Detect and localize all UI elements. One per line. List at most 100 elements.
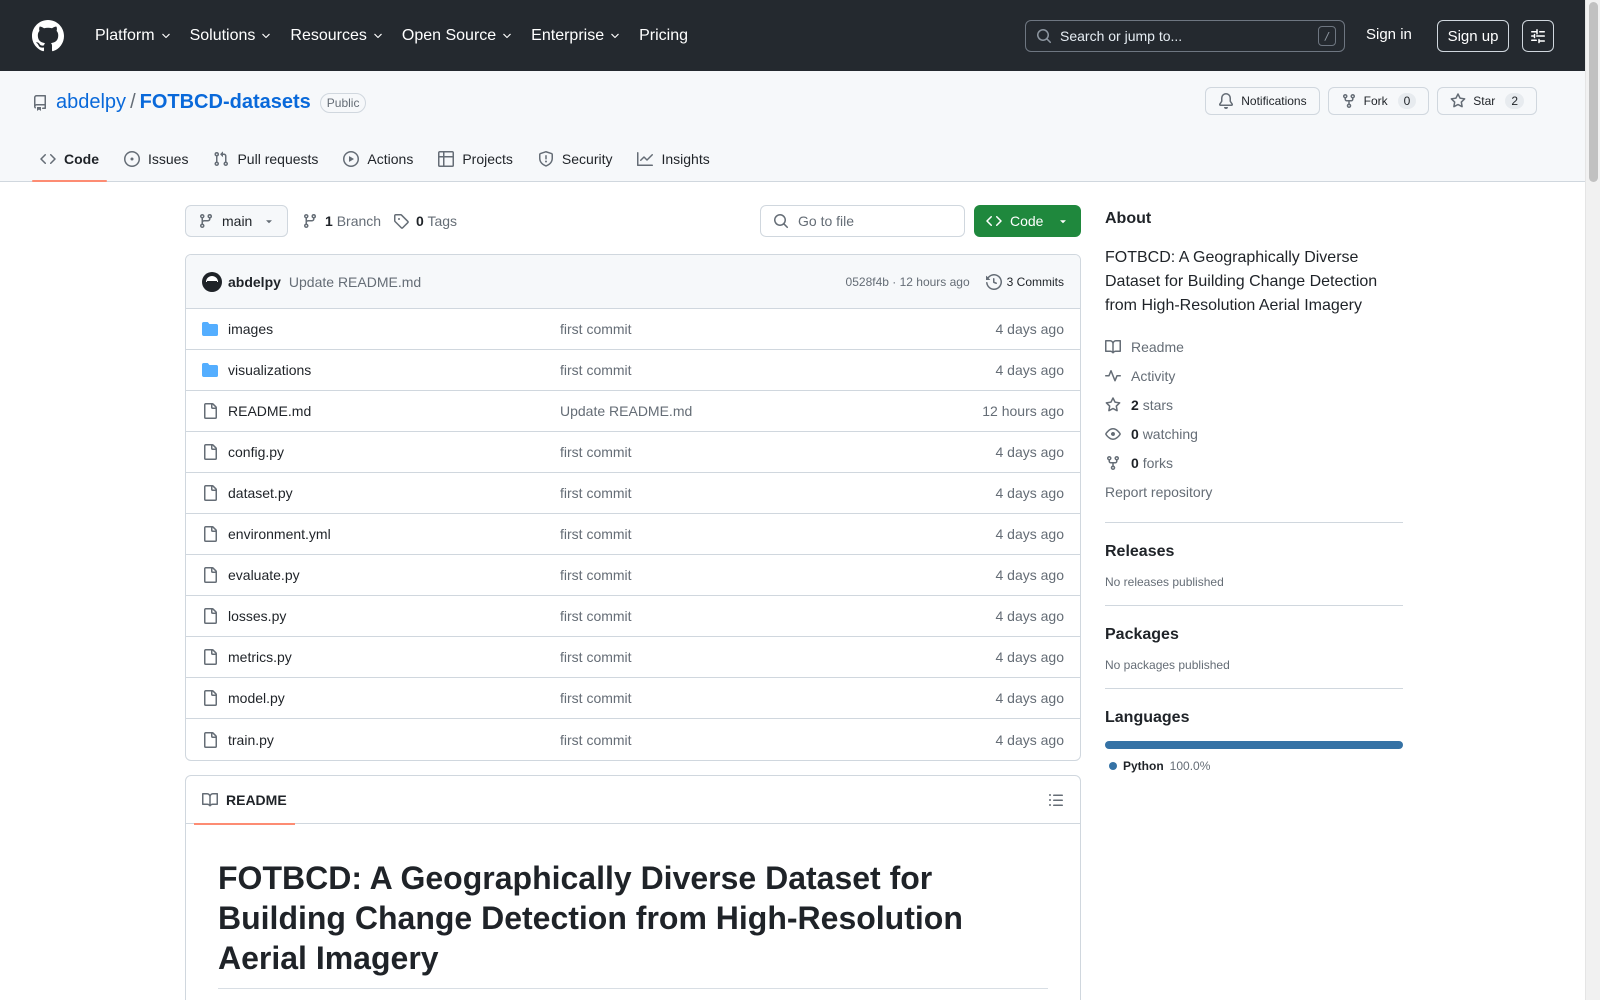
file-name-link[interactable]: evaluate.py	[228, 567, 560, 583]
table-row[interactable]: evaluate.py first commit 4 days ago	[186, 555, 1080, 596]
file-name-link[interactable]: config.py	[228, 444, 560, 460]
outline-button[interactable]	[1048, 792, 1064, 808]
file-name-link[interactable]: model.py	[228, 690, 560, 706]
chevron-down-icon	[260, 30, 272, 42]
file-name-link[interactable]: README.md	[228, 403, 560, 419]
file-commit-link[interactable]: first commit	[560, 321, 996, 337]
forks-link[interactable]: 0 forks	[1105, 448, 1403, 477]
commits-history-link[interactable]: 3 Commits	[985, 273, 1064, 290]
file-icon	[202, 649, 218, 665]
nav-item-label: Resources	[290, 26, 367, 44]
repo-owner-link[interactable]: abdelpy	[56, 91, 126, 114]
file-commit-link[interactable]: first commit	[560, 690, 996, 706]
list-unordered-icon	[1048, 792, 1064, 808]
file-commit-link[interactable]: first commit	[560, 485, 996, 501]
code-download-button[interactable]: Code	[974, 205, 1081, 237]
language-item[interactable]: Python 100.0%	[1105, 759, 1403, 773]
book-icon	[1105, 339, 1121, 355]
table-row[interactable]: config.py first commit 4 days ago	[186, 432, 1080, 473]
pulse-icon	[1105, 368, 1121, 384]
branch-selector[interactable]: main	[185, 205, 288, 237]
star-count: 2	[1505, 93, 1524, 109]
avatar[interactable]	[202, 271, 222, 292]
watchers-link[interactable]: 0 watching	[1105, 419, 1403, 448]
releases-heading[interactable]: Releases	[1105, 543, 1403, 561]
caret-down-icon	[263, 215, 275, 227]
file-name-link[interactable]: environment.yml	[228, 526, 560, 542]
about-heading: About	[1105, 210, 1152, 227]
packages-heading[interactable]: Packages	[1105, 626, 1403, 644]
repo-name-link[interactable]: FOTBCD-datasets	[140, 91, 311, 114]
table-row[interactable]: metrics.py first commit 4 days ago	[186, 637, 1080, 678]
table-row[interactable]: dataset.py first commit 4 days ago	[186, 473, 1080, 514]
nav-item-open-source[interactable]: Open Source	[393, 20, 522, 52]
fork-button[interactable]: Fork 0	[1327, 87, 1430, 115]
file-commit-link[interactable]: first commit	[560, 732, 996, 748]
file-commit-link[interactable]: first commit	[560, 567, 996, 583]
notifications-button[interactable]: Notifications	[1205, 87, 1320, 115]
activity-link[interactable]: Activity	[1105, 361, 1403, 390]
tags-link[interactable]: 0 Tags	[393, 213, 457, 229]
file-commit-link[interactable]: first commit	[560, 526, 996, 542]
commit-author-link[interactable]: abdelpy	[228, 274, 281, 290]
table-row[interactable]: losses.py first commit 4 days ago	[186, 596, 1080, 637]
file-icon	[202, 567, 218, 583]
scrollbar-thumb[interactable]	[1589, 2, 1598, 182]
table-row[interactable]: visualizations first commit 4 days ago	[186, 350, 1080, 391]
tab-actions[interactable]: Actions	[335, 137, 421, 181]
file-name-link[interactable]: visualizations	[228, 362, 560, 378]
folder-icon	[202, 321, 218, 337]
nav-item-solutions[interactable]: Solutions	[181, 20, 282, 52]
table-row[interactable]: model.py first commit 4 days ago	[186, 678, 1080, 719]
commit-message-link[interactable]: Update README.md	[289, 274, 421, 290]
file-commit-link[interactable]: first commit	[560, 608, 996, 624]
file-commit-link[interactable]: first commit	[560, 362, 996, 378]
file-age: 4 days ago	[995, 690, 1065, 706]
nav-item-enterprise[interactable]: Enterprise	[522, 20, 630, 52]
file-name-link[interactable]: dataset.py	[228, 485, 560, 501]
settings-sliders-button[interactable]	[1522, 20, 1554, 52]
tab-security[interactable]: Security	[530, 137, 621, 181]
branches-link[interactable]: 1 Branch	[302, 213, 381, 229]
file-name-link[interactable]: losses.py	[228, 608, 560, 624]
page-scrollbar[interactable]	[1585, 0, 1600, 1000]
chevron-down-icon	[609, 30, 621, 42]
star-button[interactable]: Star 2	[1437, 87, 1537, 115]
repo-tabs: Code Issues Pull requests Actions Projects Se…	[32, 137, 727, 182]
readme-link[interactable]: Readme	[1105, 332, 1403, 361]
go-to-file-input[interactable]: Go to file	[760, 205, 965, 237]
tab-insights[interactable]: Insights	[629, 137, 717, 181]
sidebar-divider	[1105, 688, 1403, 689]
tab-projects[interactable]: Projects	[430, 137, 521, 181]
table-row[interactable]: README.md Update README.md 12 hours ago	[186, 391, 1080, 432]
table-row[interactable]: images first commit 4 days ago	[186, 309, 1080, 350]
tag-count-label: Tags	[427, 213, 458, 229]
tab-pull-requests[interactable]: Pull requests	[205, 137, 326, 181]
search-input[interactable]: Search or jump to... /	[1025, 20, 1345, 52]
github-logo-icon[interactable]	[32, 19, 64, 52]
table-row[interactable]: train.py first commit 4 days ago	[186, 719, 1080, 760]
file-name-link[interactable]: images	[228, 321, 560, 337]
table-row[interactable]: environment.yml first commit 4 days ago	[186, 514, 1080, 555]
nav-item-resources[interactable]: Resources	[281, 20, 392, 52]
file-name-link[interactable]: train.py	[228, 732, 560, 748]
tab-code[interactable]: Code	[32, 137, 107, 182]
sign-in-link[interactable]: Sign in	[1366, 26, 1412, 43]
stars-label: stars	[1142, 396, 1174, 413]
stars-link[interactable]: 2 stars	[1105, 390, 1403, 419]
file-commit-link[interactable]: Update README.md	[560, 403, 982, 419]
repo-path-separator: /	[130, 91, 136, 113]
report-repository-link[interactable]: Report repository	[1105, 477, 1403, 506]
repo-icon	[32, 94, 48, 111]
tab-issues[interactable]: Issues	[116, 137, 196, 181]
file-commit-link[interactable]: first commit	[560, 444, 996, 460]
nav-item-pricing[interactable]: Pricing	[630, 20, 697, 52]
sign-up-button[interactable]: Sign up	[1437, 20, 1509, 52]
file-age: 4 days ago	[995, 321, 1065, 337]
file-commit-link[interactable]: first commit	[560, 649, 996, 665]
file-name-link[interactable]: metrics.py	[228, 649, 560, 665]
nav-item-platform[interactable]: Platform	[86, 20, 181, 52]
readme-tab[interactable]: README	[194, 776, 295, 825]
commit-hash-time[interactable]: 0528f4b · 12 hours ago	[846, 275, 970, 289]
file-age: 4 days ago	[995, 608, 1065, 624]
